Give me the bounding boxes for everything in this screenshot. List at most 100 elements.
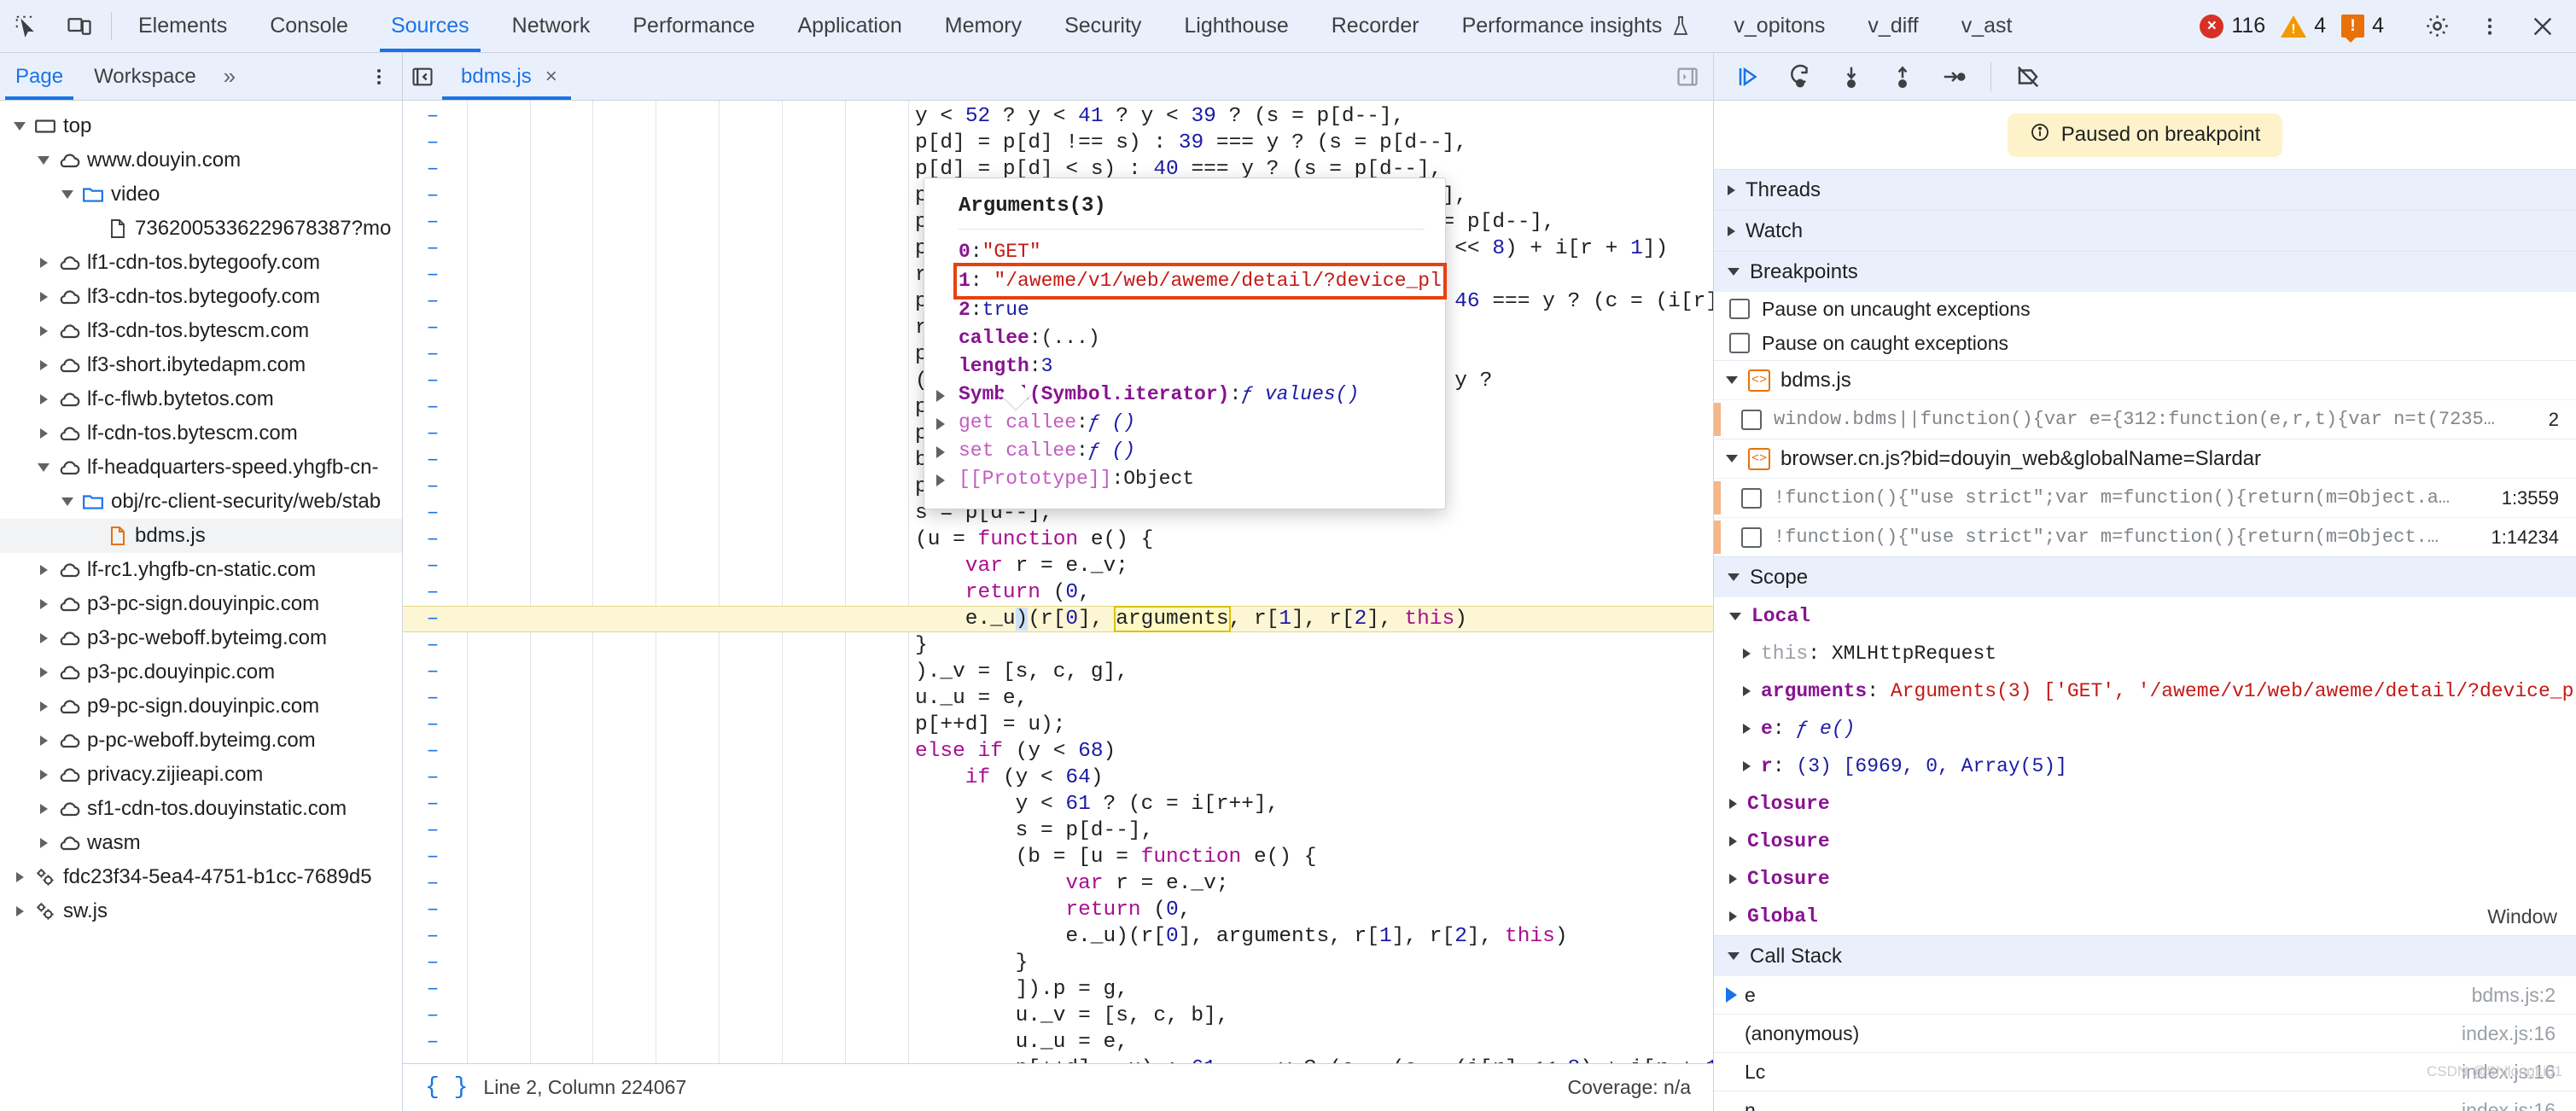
twisty[interactable] bbox=[32, 838, 55, 848]
twisty[interactable] bbox=[56, 497, 79, 506]
step-over-next-function-call-button[interactable] bbox=[1777, 56, 1823, 97]
chevron-right-icon[interactable] bbox=[936, 446, 945, 458]
tree-item-lf3-short-ibytedapm-com[interactable]: lf3-short.ibytedapm.com bbox=[0, 348, 402, 382]
step-button[interactable] bbox=[1931, 56, 1977, 97]
breakpoint-item[interactable]: window.bdms||function(){var e={312:funct… bbox=[1714, 399, 2576, 439]
gear-icon[interactable] bbox=[2410, 13, 2463, 39]
scope-row[interactable]: Global Window bbox=[1714, 898, 2576, 935]
twisty[interactable] bbox=[32, 292, 55, 302]
navigator-tab-workspace[interactable]: Workspace bbox=[79, 53, 212, 100]
tree-item-bdms-js[interactable]: bdms.js bbox=[0, 519, 402, 553]
inspect-cursor-icon[interactable] bbox=[0, 0, 53, 52]
scope-row[interactable]: Closure bbox=[1714, 860, 2576, 898]
code-line[interactable]: – else if (y < 68) bbox=[403, 738, 1713, 765]
tree-item-lf-cdn-tos-bytescm-com[interactable]: lf-cdn-tos.bytescm.com bbox=[0, 416, 402, 451]
tree-item-p9-pc-sign-douyinpic-com[interactable]: p9-pc-sign.douyinpic.com bbox=[0, 689, 402, 724]
tree-item-7362005336229678387-mo[interactable]: 7362005336229678387?mo bbox=[0, 212, 402, 246]
chevron-right-icon[interactable] bbox=[1743, 724, 1751, 734]
twisty[interactable] bbox=[9, 122, 31, 131]
tab-v-ast[interactable]: v_ast bbox=[1940, 0, 2034, 52]
tree-item-wasm[interactable]: wasm bbox=[0, 826, 402, 860]
twisty[interactable] bbox=[32, 326, 55, 336]
warning-counter[interactable]: ! 4 bbox=[2281, 14, 2326, 38]
code-line[interactable]: – var r = e._v; bbox=[403, 870, 1713, 897]
chevron-right-icon[interactable] bbox=[1729, 874, 1737, 884]
tree-item-www-douyin-com[interactable]: www.douyin.com bbox=[0, 143, 402, 177]
chevron-right-icon[interactable] bbox=[936, 390, 945, 402]
popup-row[interactable]: [[Prototype]]: Object bbox=[924, 465, 1445, 493]
error-counter[interactable]: × 116 bbox=[2200, 14, 2265, 38]
tree-item-obj-rc-client-security-web-stab[interactable]: obj/rc-client-security/web/stab bbox=[0, 485, 402, 519]
code-line[interactable]: – p[d] = p[d] !== s) : 39 === y ? (s = p[… bbox=[403, 130, 1713, 156]
tab-lighthouse[interactable]: Lighthouse bbox=[1163, 0, 1309, 52]
twisty[interactable] bbox=[32, 667, 55, 678]
call-stack-row[interactable]: e bdms.js:2 bbox=[1714, 976, 2576, 1015]
tab-performance[interactable]: Performance bbox=[611, 0, 776, 52]
code-line[interactable]: – s = p[d--], bbox=[403, 817, 1713, 844]
file-tree[interactable]: top www.douyin.com video 736200533622967838… bbox=[0, 101, 402, 1111]
popup-row[interactable]: 1: "/aweme/v1/web/aweme/detail/?device_p… bbox=[924, 263, 1447, 300]
close-icon[interactable] bbox=[2516, 15, 2569, 38]
tree-item-lf3-cdn-tos-bytescm-com[interactable]: lf3-cdn-tos.bytescm.com bbox=[0, 314, 402, 348]
pause-uncaught-checkbox[interactable] bbox=[1729, 299, 1750, 319]
tree-item-lf-c-flwb-bytetos-com[interactable]: lf-c-flwb.bytetos.com bbox=[0, 382, 402, 416]
tree-item-lf1-cdn-tos-bytegoofy-com[interactable]: lf1-cdn-tos.bytegoofy.com bbox=[0, 246, 402, 280]
scope-row[interactable]: arguments: Arguments(3) ['GET', '/aweme/… bbox=[1714, 672, 2576, 710]
tab-v-opitons[interactable]: v_opitons bbox=[1712, 0, 1846, 52]
twisty[interactable] bbox=[32, 804, 55, 814]
twisty[interactable] bbox=[32, 770, 55, 780]
breakpoint-item[interactable]: !function(){"use strict";var m=function(… bbox=[1714, 478, 2576, 517]
tab-sources[interactable]: Sources bbox=[370, 0, 491, 52]
twisty[interactable] bbox=[32, 736, 55, 746]
code-line[interactable]: – (b = [u = function e() { bbox=[403, 844, 1713, 870]
tree-item-fdc23f34-5ea4-4751-b1cc-7689d5[interactable]: fdc23f34-5ea4-4751-b1cc-7689d5 bbox=[0, 860, 402, 894]
step-out-of-current-function-button[interactable] bbox=[1880, 56, 1926, 97]
twisty[interactable] bbox=[9, 906, 31, 916]
issue-counter[interactable]: ! 4 bbox=[2341, 14, 2384, 43]
twisty[interactable] bbox=[32, 463, 55, 472]
chevron-right-icon[interactable] bbox=[936, 474, 945, 486]
chevron-down-icon[interactable] bbox=[1726, 455, 1738, 462]
code-line[interactable]: – u._u = e, bbox=[403, 685, 1713, 712]
tree-item-lf-headquarters-speed-yhgfb-cn[interactable]: lf-headquarters-speed.yhgfb-cn- bbox=[0, 451, 402, 485]
twisty[interactable] bbox=[32, 428, 55, 439]
chevron-right-icon[interactable] bbox=[1743, 761, 1751, 771]
code-editor[interactable]: – y < 52 ? y < 41 ? y < 39 ? (s = p[d--],… bbox=[403, 101, 1713, 1063]
editor-tab-bdms-js[interactable]: bdms.js × bbox=[442, 53, 571, 100]
tree-item-top[interactable]: top bbox=[0, 109, 402, 143]
twisty[interactable] bbox=[32, 394, 55, 404]
call-stack-row[interactable]: n index.js:16 bbox=[1714, 1091, 2576, 1111]
code-line[interactable]: – var r = e._v; bbox=[403, 553, 1713, 579]
tab-application[interactable]: Application bbox=[776, 0, 923, 52]
twisty[interactable] bbox=[9, 872, 31, 882]
chevron-right-icon[interactable] bbox=[1743, 649, 1751, 659]
chevron-down-icon[interactable] bbox=[1726, 376, 1738, 384]
tab-security[interactable]: Security bbox=[1043, 0, 1163, 52]
more-vertical-icon[interactable] bbox=[356, 53, 402, 100]
code-line[interactable]: – (u = function e() { bbox=[403, 526, 1713, 553]
section-call-stack[interactable]: Call Stack bbox=[1714, 935, 2576, 976]
section-watch[interactable]: Watch bbox=[1714, 210, 2576, 251]
tab-elements[interactable]: Elements bbox=[117, 0, 248, 52]
close-icon[interactable]: × bbox=[545, 65, 557, 89]
step-into-next-function-call-button[interactable] bbox=[1828, 56, 1874, 97]
scope-row[interactable]: Closure bbox=[1714, 785, 2576, 823]
chevron-right-icon[interactable] bbox=[1729, 799, 1737, 809]
tab-network[interactable]: Network bbox=[491, 0, 612, 52]
pause-on-uncaught-exceptions-row[interactable]: Pause on uncaught exceptions bbox=[1714, 292, 2576, 326]
twisty[interactable] bbox=[56, 190, 79, 199]
twisty[interactable] bbox=[32, 156, 55, 165]
object-preview-popup[interactable]: Arguments(3) 0: "GET" 1: "/aweme/v1/web/a… bbox=[924, 177, 1447, 509]
twisty[interactable] bbox=[32, 701, 55, 712]
paused-code-line[interactable]: – e._u)(r[0], arguments, r[1], r[2], this… bbox=[403, 606, 1713, 632]
chevron-down-icon[interactable] bbox=[1729, 612, 1741, 620]
tree-item-privacy-zijieapi-com[interactable]: privacy.zijieapi.com bbox=[0, 758, 402, 792]
twisty[interactable] bbox=[32, 565, 55, 575]
code-line[interactable]: –} bbox=[403, 950, 1713, 976]
breakpoint-checkbox[interactable] bbox=[1741, 409, 1762, 430]
scope-row[interactable]: r: (3) [6969, 0, Array(5)] bbox=[1714, 747, 2576, 785]
breakpoint-checkbox[interactable] bbox=[1741, 487, 1762, 509]
chevron-right-icon[interactable] bbox=[936, 418, 945, 430]
code-line[interactable]: – y < 61 ? (c = i[r++], bbox=[403, 791, 1713, 817]
tab-recorder[interactable]: Recorder bbox=[1310, 0, 1441, 52]
